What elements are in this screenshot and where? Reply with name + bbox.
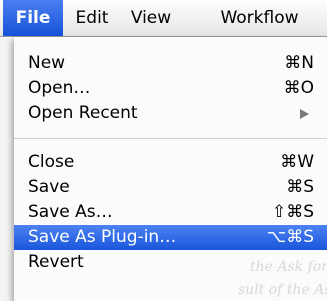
menu-item-label: Open…: [28, 78, 91, 98]
menu-item-label: Open Recent: [28, 103, 138, 123]
menu-item-shortcut: ⌘N: [284, 53, 314, 73]
menubar-workflow[interactable]: Workflow: [192, 0, 327, 36]
menu-item-label: Save As Plug-in…: [28, 227, 177, 247]
menu-item-open[interactable]: Open… ⌘O: [14, 76, 327, 101]
menu-separator: [14, 138, 327, 139]
menu-item-label: Save As…: [28, 202, 113, 222]
menu-bar: File Edit View Workflow: [0, 0, 327, 37]
menu-item-save[interactable]: Save ⌘S: [14, 175, 327, 200]
menu-item-shortcut: ⇧⌘S: [271, 202, 314, 222]
file-menu-dropdown: the Ask for Phot sult of the Ask New ⌘N …: [14, 37, 327, 301]
menu-item-save-as-plugin[interactable]: Save As Plug-in… ⌥⌘S: [14, 225, 327, 250]
submenu-arrow-icon: [300, 109, 309, 119]
menu-item-save-as[interactable]: Save As… ⇧⌘S: [14, 200, 327, 225]
background-text-line2: sult of the Ask: [238, 282, 327, 298]
menu-item-shortcut: ⌘O: [283, 78, 314, 98]
menu-item-label: New: [28, 53, 66, 73]
menubar-view[interactable]: View: [121, 0, 181, 36]
menu-item-shortcut: ⌥⌘S: [266, 227, 314, 247]
menu-item-close[interactable]: Close ⌘W: [14, 150, 327, 175]
menu-item-label: Save: [28, 177, 70, 197]
menu-item-label: Revert: [28, 252, 84, 272]
menu-item-open-recent[interactable]: Open Recent: [14, 101, 327, 126]
menubar-file[interactable]: File: [3, 0, 63, 36]
menubar-edit[interactable]: Edit: [69, 0, 115, 36]
menu-item-new[interactable]: New ⌘N: [14, 51, 327, 76]
menu-item-label: Close: [28, 152, 75, 172]
menu-item-shortcut: ⌘S: [286, 177, 314, 197]
menu-item-shortcut: ⌘W: [280, 152, 314, 172]
menu-item-revert[interactable]: Revert: [14, 250, 327, 275]
